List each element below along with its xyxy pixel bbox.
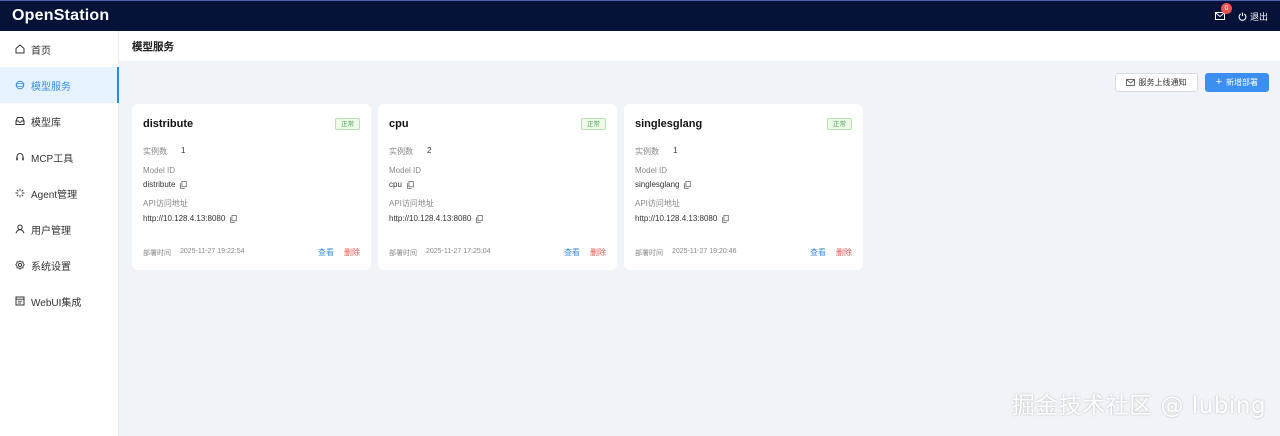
logout-label: 退出: [1249, 11, 1268, 22]
deploy-time-label: 部署时间: [389, 249, 417, 257]
sidebar-item-label: 模型服务: [31, 81, 71, 93]
api-address-label: API访问地址: [143, 199, 188, 208]
notification-button[interactable]: 0: [1214, 3, 1232, 22]
agent-icon: [15, 188, 25, 198]
sidebar-item-label: Agent管理: [31, 189, 78, 201]
service-name: distribute: [143, 118, 194, 130]
instances-label: 实例数: [635, 147, 659, 156]
model-id-label: Model ID: [389, 166, 422, 175]
model-id-label: Model ID: [143, 166, 176, 175]
service-card: singlesglang 正常 实例数 1 Model ID singlesgl…: [624, 104, 863, 270]
deploy-time-value: 2025-11-27 17:25:04: [426, 247, 491, 255]
app-title: OpenStation: [12, 7, 110, 24]
sidebar-item-model-service[interactable]: 模型服务: [0, 67, 119, 103]
sidebar-item-label: 系统设置: [31, 261, 71, 273]
watermark: 掘金技术社区 @ lubing: [1011, 393, 1266, 419]
sidebar-item-agent[interactable]: Agent管理: [0, 175, 118, 211]
plus-icon: +: [1215, 76, 1222, 88]
sidebar-item-settings[interactable]: 系统设置: [0, 247, 118, 283]
sidebar-item-label: 首页: [31, 45, 51, 57]
copy-icon[interactable]: [722, 214, 729, 223]
status-badge: 正常: [335, 118, 360, 130]
user-icon: [15, 224, 25, 234]
logout-button[interactable]: 退出: [1238, 10, 1268, 23]
sidebar-item-home[interactable]: 首页: [0, 31, 118, 67]
service-name: singlesglang: [635, 118, 703, 130]
sidebar-item-model-library[interactable]: 模型库: [0, 103, 118, 139]
service-card: distribute 正常 实例数 1 Model ID distribute …: [132, 104, 371, 270]
view-button[interactable]: 查看: [564, 247, 580, 258]
home-icon: [15, 44, 25, 54]
sidebar-item-mcp-tools[interactable]: MCP工具: [0, 139, 118, 175]
api-address-value: http://10.128.4.13:8080: [143, 214, 226, 223]
model-id-value: singlesglang: [635, 180, 680, 189]
add-deployment-button[interactable]: + 新增部署: [1204, 73, 1269, 92]
service-cards: distribute 正常 实例数 1 Model ID distribute …: [132, 104, 863, 270]
status-badge: 正常: [581, 118, 606, 130]
main-content: 模型服务 服务上线通知 + 新增部署 distribute 正常 实例数 1 M…: [119, 31, 1280, 436]
top-bar: OpenStation 0 退出: [0, 0, 1280, 31]
copy-icon[interactable]: [230, 214, 237, 223]
instances-label: 实例数: [389, 147, 413, 156]
add-deployment-label: 新增部署: [1226, 78, 1258, 87]
model-id-label: Model ID: [635, 166, 668, 175]
model-library-icon: [15, 116, 25, 126]
webui-icon: [15, 296, 25, 306]
copy-icon[interactable]: [180, 180, 188, 189]
sidebar-item-label: WebUI集成: [31, 297, 82, 309]
view-button[interactable]: 查看: [318, 247, 334, 258]
sidebar: 首页 模型服务 模型库 MCP工具 Agent管理 用户管理 系统设置 WebU…: [0, 31, 119, 436]
sidebar-item-label: 用户管理: [31, 225, 71, 237]
sidebar-item-users[interactable]: 用户管理: [0, 211, 118, 247]
deploy-time-value: 2025-11-27 19:22:54: [180, 247, 245, 255]
sidebar-item-webui[interactable]: WebUI集成: [0, 283, 118, 319]
power-icon: [1238, 12, 1247, 21]
api-address-label: API访问地址: [635, 199, 680, 208]
api-address-value: http://10.128.4.13:8080: [389, 214, 472, 223]
page-title: 模型服务: [119, 31, 1280, 61]
model-id-value: distribute: [143, 180, 176, 189]
api-address-label: API访问地址: [389, 199, 434, 208]
model-id-value: cpu: [389, 180, 402, 189]
page-actions: 服务上线通知 + 新增部署: [1114, 73, 1269, 92]
deploy-time-label: 部署时间: [143, 249, 171, 257]
sidebar-item-label: MCP工具: [31, 153, 74, 165]
gear-icon: [15, 260, 25, 270]
deploy-time-label: 部署时间: [635, 249, 663, 257]
service-notify-button[interactable]: 服务上线通知: [1114, 73, 1198, 92]
instances-value: 1: [181, 146, 186, 155]
instances-value: 2: [427, 146, 432, 155]
mail-icon: [1125, 79, 1135, 86]
service-card: cpu 正常 实例数 2 Model ID cpu API访问地址 http:/…: [378, 104, 617, 270]
instances-value: 1: [673, 146, 678, 155]
service-name: cpu: [389, 118, 409, 130]
delete-button[interactable]: 删除: [344, 247, 360, 258]
service-notify-label: 服务上线通知: [1138, 78, 1187, 87]
copy-icon[interactable]: [407, 180, 414, 189]
delete-button[interactable]: 删除: [836, 247, 852, 258]
instances-label: 实例数: [143, 147, 167, 156]
model-service-icon: [15, 80, 25, 90]
deploy-time-value: 2025-11-27 19:20:46: [672, 247, 737, 255]
sidebar-item-label: 模型库: [31, 117, 61, 129]
status-badge: 正常: [827, 118, 852, 130]
mcp-tool-icon: [15, 152, 25, 162]
top-right-actions: 0 退出: [1214, 3, 1268, 23]
view-button[interactable]: 查看: [810, 247, 826, 258]
copy-icon[interactable]: [684, 180, 692, 189]
delete-button[interactable]: 删除: [590, 247, 606, 258]
notification-badge: 0: [1220, 3, 1232, 14]
api-address-value: http://10.128.4.13:8080: [635, 214, 718, 223]
copy-icon[interactable]: [476, 214, 483, 223]
